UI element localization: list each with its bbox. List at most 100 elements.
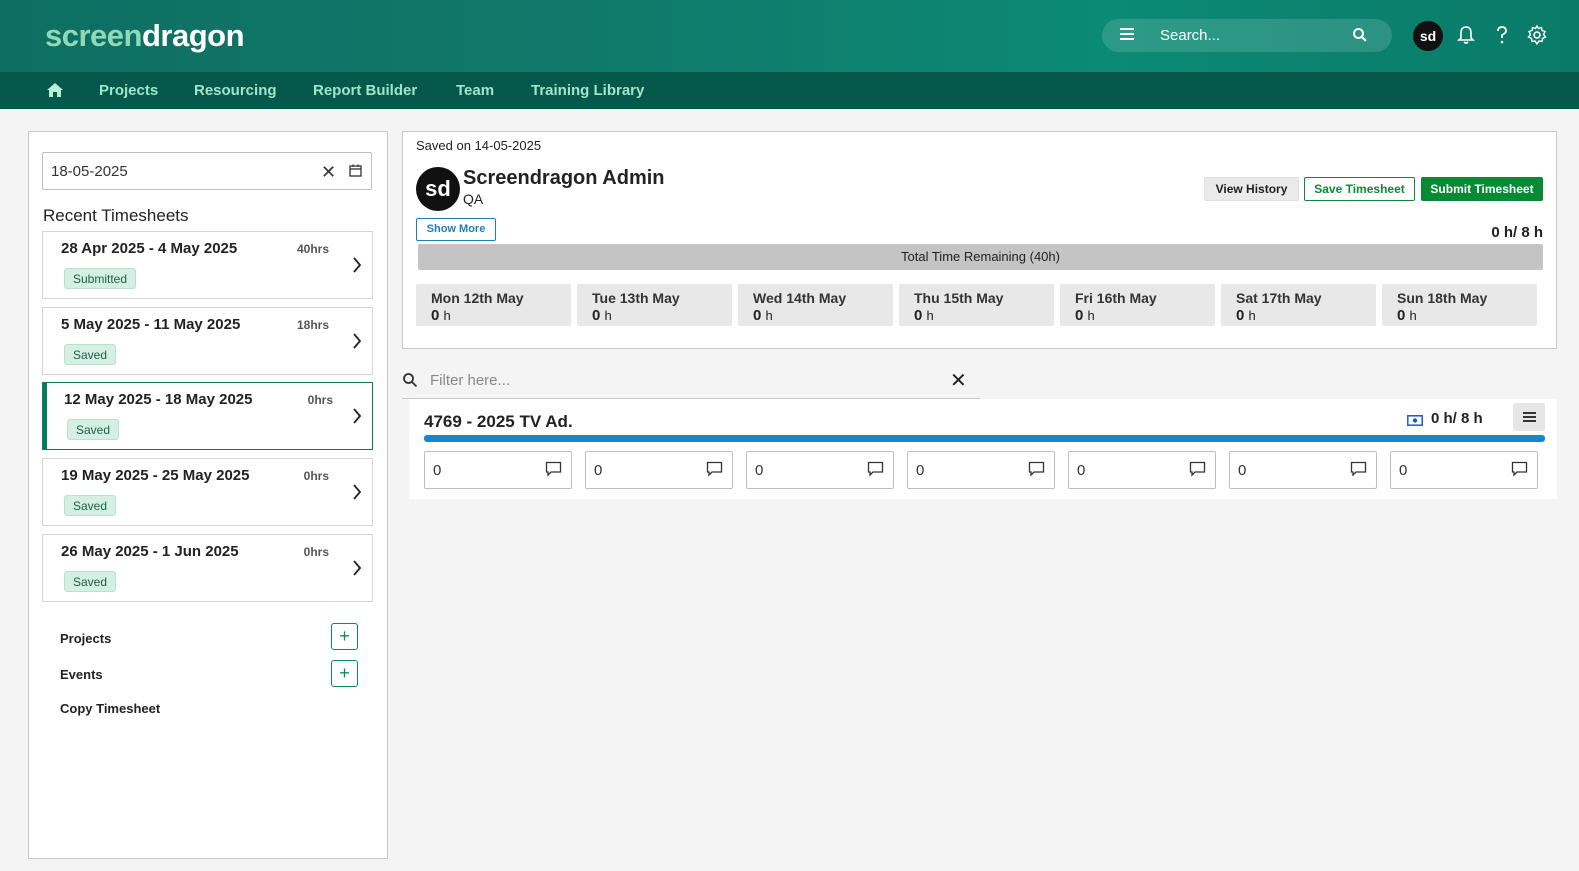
day-name: Thu 15th May <box>914 290 1004 306</box>
timesheet-card[interactable]: 26 May 2025 - 1 Jun 2025 0hrs Saved <box>42 534 373 602</box>
day-summary: Thu 15th May 0 h <box>899 284 1054 326</box>
timesheet-summary: Saved on 14-05-2025 sd Screendragon Admi… <box>402 131 1557 349</box>
hours-input[interactable]: 0 <box>585 451 733 489</box>
comment-icon[interactable] <box>545 461 562 477</box>
timesheet-card[interactable]: 19 May 2025 - 25 May 2025 0hrs Saved <box>42 458 373 526</box>
search-icon <box>403 373 418 388</box>
hours-value[interactable]: 0 <box>433 462 441 479</box>
search-input[interactable]: Search... <box>1160 27 1220 44</box>
timesheet-card[interactable]: 28 Apr 2025 - 4 May 2025 40hrs Submitted <box>42 231 373 299</box>
recent-timesheets-title: Recent Timesheets <box>43 206 189 225</box>
bell-icon[interactable] <box>1455 24 1477 46</box>
timesheet-range: 28 Apr 2025 - 4 May 2025 <box>61 240 238 257</box>
hours-input[interactable]: 0 <box>1068 451 1216 489</box>
day-name: Sat 17th May <box>1236 290 1322 306</box>
day-summary: Tue 13th May 0 h <box>577 284 732 326</box>
date-value[interactable]: 18-05-2025 <box>51 163 128 180</box>
hours-input[interactable]: 0 <box>1229 451 1377 489</box>
timesheet-card-selected[interactable]: 12 May 2025 - 18 May 2025 0hrs Saved <box>42 382 373 450</box>
gear-icon[interactable] <box>1526 24 1548 46</box>
nav-projects[interactable]: Projects <box>99 82 158 99</box>
clear-filter-icon[interactable]: ✕ <box>950 368 967 393</box>
events-label: Events <box>60 667 103 682</box>
comment-icon[interactable] <box>1028 461 1045 477</box>
calendar-icon[interactable] <box>349 164 362 177</box>
comment-icon[interactable] <box>1511 461 1528 477</box>
comment-icon[interactable] <box>867 461 884 477</box>
chevron-right-icon[interactable] <box>352 332 362 350</box>
show-more-button[interactable]: Show More <box>416 218 496 241</box>
save-timesheet-button[interactable]: Save Timesheet <box>1304 177 1415 201</box>
user-avatar[interactable]: sd <box>1413 21 1443 51</box>
project-hours: 0 h/ 8 h <box>1431 410 1483 427</box>
status-badge: Submitted <box>64 268 137 289</box>
filter-bar: Filter here... ✕ <box>402 365 980 399</box>
day-name: Mon 12th May <box>431 290 524 306</box>
day-summary: Sun 18th May 0 h <box>1382 284 1537 326</box>
help-icon[interactable] <box>1491 24 1513 46</box>
project-progress-bar <box>424 435 1545 442</box>
day-hours: 0 h <box>431 307 451 324</box>
timesheet-card[interactable]: 5 May 2025 - 11 May 2025 18hrs Saved <box>42 307 373 375</box>
top-header: screendragon Search... sd <box>0 0 1579 72</box>
clear-date-icon[interactable]: ✕ <box>321 162 336 183</box>
nav-resourcing[interactable]: Resourcing <box>194 82 277 99</box>
submit-timesheet-button[interactable]: Submit Timesheet <box>1421 177 1543 201</box>
timesheet-range: 12 May 2025 - 18 May 2025 <box>64 391 253 408</box>
comment-icon[interactable] <box>706 461 723 477</box>
avatar: sd <box>416 167 460 211</box>
hours-value[interactable]: 0 <box>755 462 763 479</box>
hours-value[interactable]: 0 <box>1238 462 1246 479</box>
day-hours: 0 h <box>592 307 612 324</box>
chevron-right-icon[interactable] <box>352 407 362 425</box>
timesheet-hours: 18hrs <box>296 318 329 332</box>
timesheet-sidebar: 18-05-2025 ✕ Recent Timesheets 28 Apr 20… <box>28 131 388 859</box>
week-date-field[interactable]: 18-05-2025 ✕ <box>42 152 372 190</box>
day-name: Sun 18th May <box>1397 290 1488 306</box>
menu-icon[interactable] <box>1120 28 1134 42</box>
hours-input[interactable]: 0 <box>424 451 572 489</box>
chevron-right-icon[interactable] <box>352 256 362 274</box>
project-row: 4769 - 2025 TV Ad. 0 h/ 8 h 0 0 0 0 0 0 … <box>409 399 1557 499</box>
add-project-button[interactable]: + <box>331 623 358 650</box>
comment-icon[interactable] <box>1350 461 1367 477</box>
global-search[interactable]: Search... <box>1102 19 1392 52</box>
timesheet-hours: 0hrs <box>307 393 333 407</box>
add-event-button[interactable]: + <box>331 660 358 687</box>
hours-value[interactable]: 0 <box>916 462 924 479</box>
search-icon[interactable] <box>1352 27 1368 43</box>
hours-input[interactable]: 0 <box>746 451 894 489</box>
home-icon[interactable] <box>46 81 64 99</box>
copy-timesheet-link[interactable]: Copy Timesheet <box>60 701 160 716</box>
chevron-right-icon[interactable] <box>352 483 362 501</box>
nav-training-library[interactable]: Training Library <box>531 82 644 99</box>
time-remaining-bar: Total Time Remaining (40h) <box>418 244 1543 270</box>
comment-icon[interactable] <box>1189 461 1206 477</box>
hours-value[interactable]: 0 <box>1077 462 1085 479</box>
project-menu-button[interactable] <box>1513 403 1545 431</box>
main-nav: Projects Resourcing Report Builder Team … <box>0 72 1579 109</box>
hours-input[interactable]: 0 <box>1390 451 1538 489</box>
day-hours: 0 h <box>914 307 934 324</box>
timesheet-range: 5 May 2025 - 11 May 2025 <box>61 316 241 333</box>
hours-value[interactable]: 0 <box>1399 462 1407 479</box>
timesheet-hours: 0hrs <box>303 545 329 559</box>
day-hours: 0 h <box>1236 307 1256 324</box>
day-summary: Mon 12th May 0 h <box>416 284 571 326</box>
view-history-button[interactable]: View History <box>1204 177 1299 201</box>
logo-text-dragon: dragon <box>141 18 245 53</box>
day-hours: 0 h <box>1397 307 1417 324</box>
status-badge: Saved <box>64 495 117 516</box>
chevron-right-icon[interactable] <box>352 559 362 577</box>
hours-input[interactable]: 0 <box>907 451 1055 489</box>
day-summary: Fri 16th May 0 h <box>1060 284 1215 326</box>
status-badge: Saved <box>67 419 120 440</box>
day-hours: 0 h <box>753 307 773 324</box>
hours-value[interactable]: 0 <box>594 462 602 479</box>
nav-report-builder[interactable]: Report Builder <box>313 82 417 99</box>
filter-input[interactable]: Filter here... <box>430 372 510 389</box>
saved-on-text: Saved on 14-05-2025 <box>416 138 542 153</box>
day-summary: Wed 14th May 0 h <box>738 284 893 326</box>
nav-team[interactable]: Team <box>456 82 494 99</box>
logo[interactable]: screendragon <box>45 18 245 54</box>
